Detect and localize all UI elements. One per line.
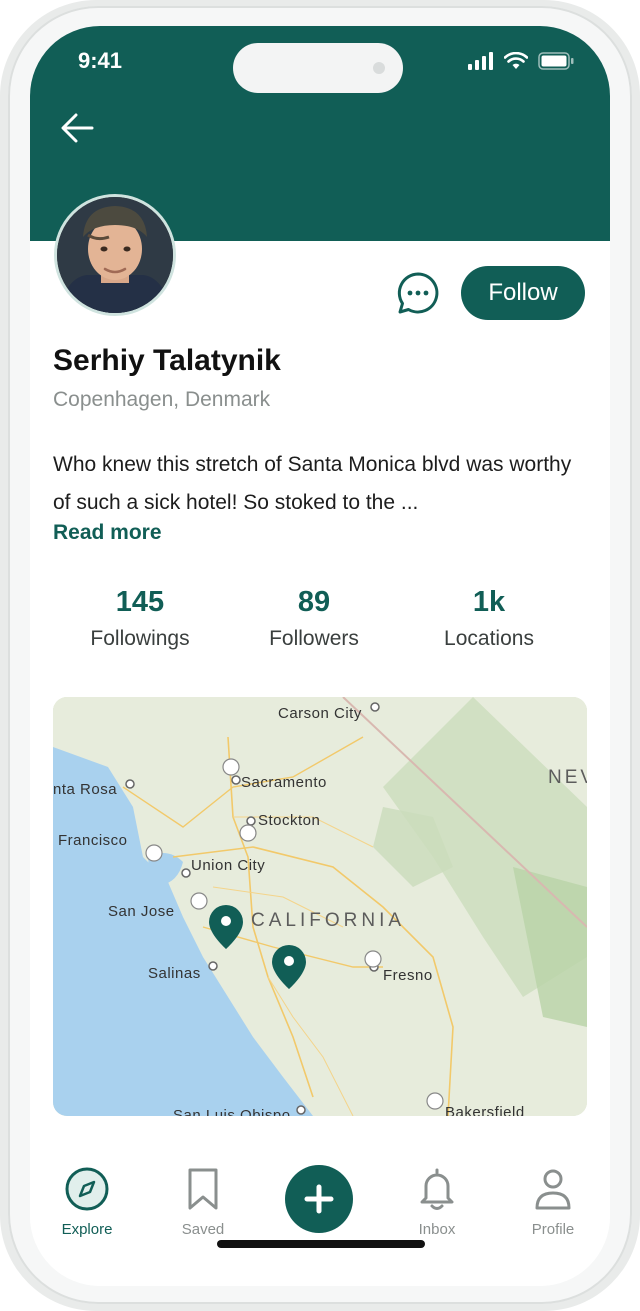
- back-arrow-icon: [61, 113, 94, 143]
- map-label-carson-city: Carson City: [278, 705, 362, 722]
- map-label-santa-rosa: nta Rosa: [53, 781, 118, 798]
- plus-icon: [304, 1184, 334, 1214]
- tab-label: Profile: [531, 1221, 575, 1238]
- battery-icon: [538, 52, 574, 70]
- home-indicator[interactable]: [217, 1240, 425, 1248]
- follow-button[interactable]: Follow: [461, 266, 585, 320]
- compass-icon: [65, 1167, 109, 1211]
- avatar: [54, 194, 176, 316]
- map-label-san-luis-obispo: San Luis Obispo: [173, 1107, 291, 1116]
- map-label-francisco: Francisco: [58, 832, 128, 849]
- person-icon: [535, 1169, 571, 1210]
- device-frame: 9:41 Follow Serhiy Talatynik Copenhagen,…: [0, 0, 640, 1311]
- stat-label: Followers: [269, 627, 359, 650]
- map-label-sacramento: Sacramento: [241, 774, 327, 791]
- map-label-fresno: Fresno: [383, 967, 433, 984]
- status-icons: [468, 52, 574, 70]
- wifi-icon: [504, 52, 528, 69]
- map-label-bakersfield: Bakersfield: [445, 1104, 525, 1116]
- dynamic-island: [233, 43, 403, 93]
- stat-locations[interactable]: 1k Locations: [399, 586, 579, 651]
- stat-value: 145: [115, 586, 165, 618]
- camera-dot: [373, 62, 385, 74]
- tab-label: Inbox: [418, 1221, 456, 1238]
- chat-bubble-icon: [397, 272, 439, 314]
- add-post-button[interactable]: [285, 1165, 353, 1233]
- map-label-union-city: Union City: [191, 857, 266, 874]
- stat-value: 1k: [472, 586, 506, 618]
- map-label-nevada: NEV: [548, 767, 587, 788]
- back-button[interactable]: [58, 108, 98, 148]
- bell-icon: [420, 1168, 454, 1210]
- tab-label: Saved: [181, 1221, 225, 1238]
- tab-saved[interactable]: Saved: [158, 1166, 248, 1238]
- message-button[interactable]: [396, 271, 440, 315]
- bookmark-icon: [188, 1168, 218, 1210]
- map-pin-icon[interactable]: [269, 943, 309, 991]
- signal-icon: [468, 52, 493, 70]
- status-time: 9:41: [78, 48, 123, 73]
- tab-label: Explore: [61, 1221, 113, 1238]
- stat-label: Followings: [90, 627, 190, 650]
- map-label-state: CALIFORNIA: [251, 910, 406, 931]
- stat-followers[interactable]: 89 Followers: [224, 586, 404, 651]
- tab-explore[interactable]: Explore: [42, 1166, 132, 1238]
- tab-bar: Explore Saved Inbox Profile: [30, 1146, 610, 1286]
- read-more-link[interactable]: Read more: [53, 521, 162, 545]
- profile-location: Copenhagen, Denmark: [53, 388, 271, 411]
- stat-followings[interactable]: 145 Followings: [50, 586, 230, 651]
- stat-value: 89: [297, 586, 331, 618]
- stat-label: Locations: [444, 627, 534, 650]
- map-label-san-jose: San Jose: [108, 903, 175, 920]
- profile-bio: Who knew this stretch of Santa Monica bl…: [53, 453, 572, 514]
- map-label-stockton: Stockton: [258, 812, 321, 829]
- screen: 9:41 Follow Serhiy Talatynik Copenhagen,…: [30, 26, 610, 1286]
- tab-profile[interactable]: Profile: [508, 1166, 598, 1238]
- map-label-salinas: Salinas: [148, 965, 201, 982]
- profile-name: Serhiy Talatynik: [53, 344, 281, 377]
- map-pin-icon[interactable]: [206, 903, 246, 951]
- tab-inbox[interactable]: Inbox: [392, 1166, 482, 1238]
- locations-map[interactable]: Carson City Sacramento nta Rosa Stockton…: [53, 697, 587, 1116]
